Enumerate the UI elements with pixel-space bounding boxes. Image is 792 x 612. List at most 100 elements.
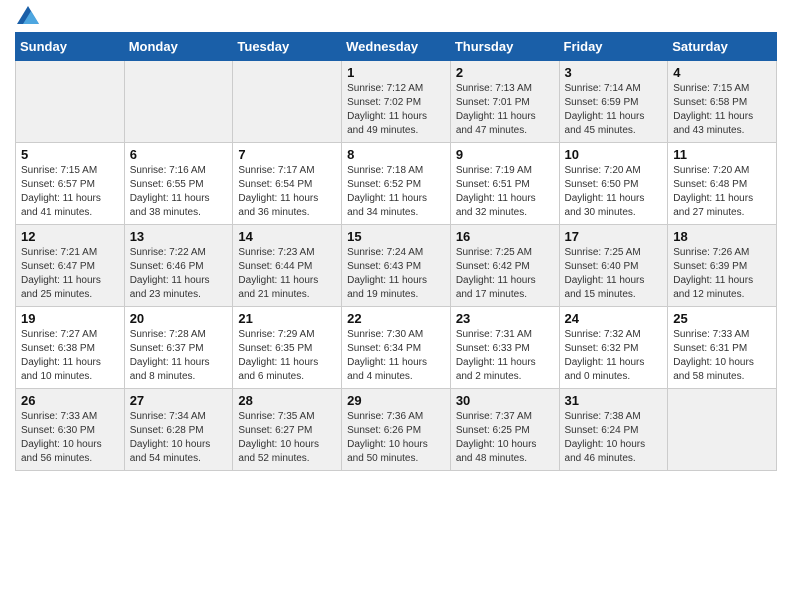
day-info: Sunrise: 7:36 AMSunset: 6:26 PMDaylight:… bbox=[347, 410, 445, 466]
day-info: Sunrise: 7:26 AMSunset: 6:39 PMDaylight:… bbox=[673, 246, 771, 302]
day-info: Sunrise: 7:33 AMSunset: 6:31 PMDaylight:… bbox=[673, 328, 771, 384]
day-info: Sunrise: 7:18 AMSunset: 6:52 PMDaylight:… bbox=[347, 164, 445, 220]
weekday-header-wednesday: Wednesday bbox=[342, 33, 451, 61]
weekday-header-sunday: Sunday bbox=[16, 33, 125, 61]
calendar-cell: 19 Sunrise: 7:27 AMSunset: 6:38 PMDayligh… bbox=[16, 307, 125, 389]
day-number: 30 bbox=[456, 393, 554, 408]
weekday-header-thursday: Thursday bbox=[450, 33, 559, 61]
calendar-cell: 30 Sunrise: 7:37 AMSunset: 6:25 PMDayligh… bbox=[450, 389, 559, 471]
day-number: 17 bbox=[565, 229, 663, 244]
calendar-cell: 23 Sunrise: 7:31 AMSunset: 6:33 PMDayligh… bbox=[450, 307, 559, 389]
day-number: 23 bbox=[456, 311, 554, 326]
day-info: Sunrise: 7:33 AMSunset: 6:30 PMDaylight:… bbox=[21, 410, 119, 466]
day-number: 2 bbox=[456, 65, 554, 80]
week-row-4: 19 Sunrise: 7:27 AMSunset: 6:38 PMDayligh… bbox=[16, 307, 777, 389]
day-number: 18 bbox=[673, 229, 771, 244]
day-number: 21 bbox=[238, 311, 336, 326]
calendar-cell: 31 Sunrise: 7:38 AMSunset: 6:24 PMDayligh… bbox=[559, 389, 668, 471]
weekday-header-monday: Monday bbox=[124, 33, 233, 61]
calendar-cell: 9 Sunrise: 7:19 AMSunset: 6:51 PMDaylight… bbox=[450, 143, 559, 225]
week-row-3: 12 Sunrise: 7:21 AMSunset: 6:47 PMDayligh… bbox=[16, 225, 777, 307]
week-row-2: 5 Sunrise: 7:15 AMSunset: 6:57 PMDaylight… bbox=[16, 143, 777, 225]
day-info: Sunrise: 7:24 AMSunset: 6:43 PMDaylight:… bbox=[347, 246, 445, 302]
day-info: Sunrise: 7:14 AMSunset: 6:59 PMDaylight:… bbox=[565, 82, 663, 138]
calendar-cell bbox=[668, 389, 777, 471]
day-info: Sunrise: 7:16 AMSunset: 6:55 PMDaylight:… bbox=[130, 164, 228, 220]
day-number: 19 bbox=[21, 311, 119, 326]
calendar-cell: 21 Sunrise: 7:29 AMSunset: 6:35 PMDayligh… bbox=[233, 307, 342, 389]
day-number: 24 bbox=[565, 311, 663, 326]
calendar-table: SundayMondayTuesdayWednesdayThursdayFrid… bbox=[15, 32, 777, 471]
day-number: 15 bbox=[347, 229, 445, 244]
calendar-cell: 7 Sunrise: 7:17 AMSunset: 6:54 PMDaylight… bbox=[233, 143, 342, 225]
day-number: 22 bbox=[347, 311, 445, 326]
day-info: Sunrise: 7:21 AMSunset: 6:47 PMDaylight:… bbox=[21, 246, 119, 302]
calendar-cell: 11Sunrise: 7:20 AMSunset: 6:48 PMDayligh… bbox=[668, 143, 777, 225]
week-row-5: 26 Sunrise: 7:33 AMSunset: 6:30 PMDayligh… bbox=[16, 389, 777, 471]
day-number: 25 bbox=[673, 311, 771, 326]
day-number: 3 bbox=[565, 65, 663, 80]
day-info: Sunrise: 7:15 AMSunset: 6:58 PMDaylight:… bbox=[673, 82, 771, 138]
week-row-1: 1 Sunrise: 7:12 AMSunset: 7:02 PMDaylight… bbox=[16, 61, 777, 143]
day-info: Sunrise: 7:32 AMSunset: 6:32 PMDaylight:… bbox=[565, 328, 663, 384]
day-info: Sunrise: 7:23 AMSunset: 6:44 PMDaylight:… bbox=[238, 246, 336, 302]
calendar-cell: 1 Sunrise: 7:12 AMSunset: 7:02 PMDaylight… bbox=[342, 61, 451, 143]
calendar-cell: 10 Sunrise: 7:20 AMSunset: 6:50 PMDayligh… bbox=[559, 143, 668, 225]
calendar-cell: 18 Sunrise: 7:26 AMSunset: 6:39 PMDayligh… bbox=[668, 225, 777, 307]
header bbox=[15, 10, 777, 24]
calendar-cell: 20 Sunrise: 7:28 AMSunset: 6:37 PMDayligh… bbox=[124, 307, 233, 389]
day-number: 12 bbox=[21, 229, 119, 244]
calendar-cell: 17 Sunrise: 7:25 AMSunset: 6:40 PMDayligh… bbox=[559, 225, 668, 307]
day-number: 4 bbox=[673, 65, 771, 80]
day-info: Sunrise: 7:29 AMSunset: 6:35 PMDaylight:… bbox=[238, 328, 336, 384]
logo-icon bbox=[17, 6, 39, 24]
weekday-header-saturday: Saturday bbox=[668, 33, 777, 61]
calendar-cell: 12 Sunrise: 7:21 AMSunset: 6:47 PMDayligh… bbox=[16, 225, 125, 307]
day-number: 6 bbox=[130, 147, 228, 162]
day-number: 1 bbox=[347, 65, 445, 80]
calendar-cell: 15 Sunrise: 7:24 AMSunset: 6:43 PMDayligh… bbox=[342, 225, 451, 307]
logo bbox=[15, 10, 39, 24]
calendar-cell: 27 Sunrise: 7:34 AMSunset: 6:28 PMDayligh… bbox=[124, 389, 233, 471]
day-number: 27 bbox=[130, 393, 228, 408]
day-info: Sunrise: 7:28 AMSunset: 6:37 PMDaylight:… bbox=[130, 328, 228, 384]
calendar-cell: 26 Sunrise: 7:33 AMSunset: 6:30 PMDayligh… bbox=[16, 389, 125, 471]
day-info: Sunrise: 7:27 AMSunset: 6:38 PMDaylight:… bbox=[21, 328, 119, 384]
day-info: Sunrise: 7:13 AMSunset: 7:01 PMDaylight:… bbox=[456, 82, 554, 138]
day-number: 5 bbox=[21, 147, 119, 162]
day-info: Sunrise: 7:25 AMSunset: 6:40 PMDaylight:… bbox=[565, 246, 663, 302]
calendar-cell bbox=[16, 61, 125, 143]
day-number: 26 bbox=[21, 393, 119, 408]
day-info: Sunrise: 7:20 AMSunset: 6:48 PMDaylight:… bbox=[673, 164, 771, 220]
day-number: 7 bbox=[238, 147, 336, 162]
calendar-cell: 13Sunrise: 7:22 AMSunset: 6:46 PMDayligh… bbox=[124, 225, 233, 307]
day-info: Sunrise: 7:25 AMSunset: 6:42 PMDaylight:… bbox=[456, 246, 554, 302]
day-info: Sunrise: 7:17 AMSunset: 6:54 PMDaylight:… bbox=[238, 164, 336, 220]
calendar-cell: 29Sunrise: 7:36 AMSunset: 6:26 PMDayligh… bbox=[342, 389, 451, 471]
weekday-header-tuesday: Tuesday bbox=[233, 33, 342, 61]
day-info: Sunrise: 7:35 AMSunset: 6:27 PMDaylight:… bbox=[238, 410, 336, 466]
calendar-cell: 6 Sunrise: 7:16 AMSunset: 6:55 PMDaylight… bbox=[124, 143, 233, 225]
day-info: Sunrise: 7:19 AMSunset: 6:51 PMDaylight:… bbox=[456, 164, 554, 220]
day-number: 20 bbox=[130, 311, 228, 326]
day-info: Sunrise: 7:12 AMSunset: 7:02 PMDaylight:… bbox=[347, 82, 445, 138]
day-number: 10 bbox=[565, 147, 663, 162]
day-info: Sunrise: 7:38 AMSunset: 6:24 PMDaylight:… bbox=[565, 410, 663, 466]
day-number: 9 bbox=[456, 147, 554, 162]
calendar-cell: 22Sunrise: 7:30 AMSunset: 6:34 PMDayligh… bbox=[342, 307, 451, 389]
calendar-cell: 24 Sunrise: 7:32 AMSunset: 6:32 PMDayligh… bbox=[559, 307, 668, 389]
calendar-cell: 3 Sunrise: 7:14 AMSunset: 6:59 PMDaylight… bbox=[559, 61, 668, 143]
calendar-cell: 2 Sunrise: 7:13 AMSunset: 7:01 PMDaylight… bbox=[450, 61, 559, 143]
calendar-cell: 5 Sunrise: 7:15 AMSunset: 6:57 PMDaylight… bbox=[16, 143, 125, 225]
calendar-cell: 4 Sunrise: 7:15 AMSunset: 6:58 PMDaylight… bbox=[668, 61, 777, 143]
calendar-cell: 25 Sunrise: 7:33 AMSunset: 6:31 PMDayligh… bbox=[668, 307, 777, 389]
day-info: Sunrise: 7:20 AMSunset: 6:50 PMDaylight:… bbox=[565, 164, 663, 220]
weekday-header-friday: Friday bbox=[559, 33, 668, 61]
day-info: Sunrise: 7:37 AMSunset: 6:25 PMDaylight:… bbox=[456, 410, 554, 466]
day-number: 31 bbox=[565, 393, 663, 408]
day-info: Sunrise: 7:31 AMSunset: 6:33 PMDaylight:… bbox=[456, 328, 554, 384]
day-info: Sunrise: 7:15 AMSunset: 6:57 PMDaylight:… bbox=[21, 164, 119, 220]
calendar-cell: 16Sunrise: 7:25 AMSunset: 6:42 PMDayligh… bbox=[450, 225, 559, 307]
day-info: Sunrise: 7:34 AMSunset: 6:28 PMDaylight:… bbox=[130, 410, 228, 466]
calendar-cell bbox=[233, 61, 342, 143]
